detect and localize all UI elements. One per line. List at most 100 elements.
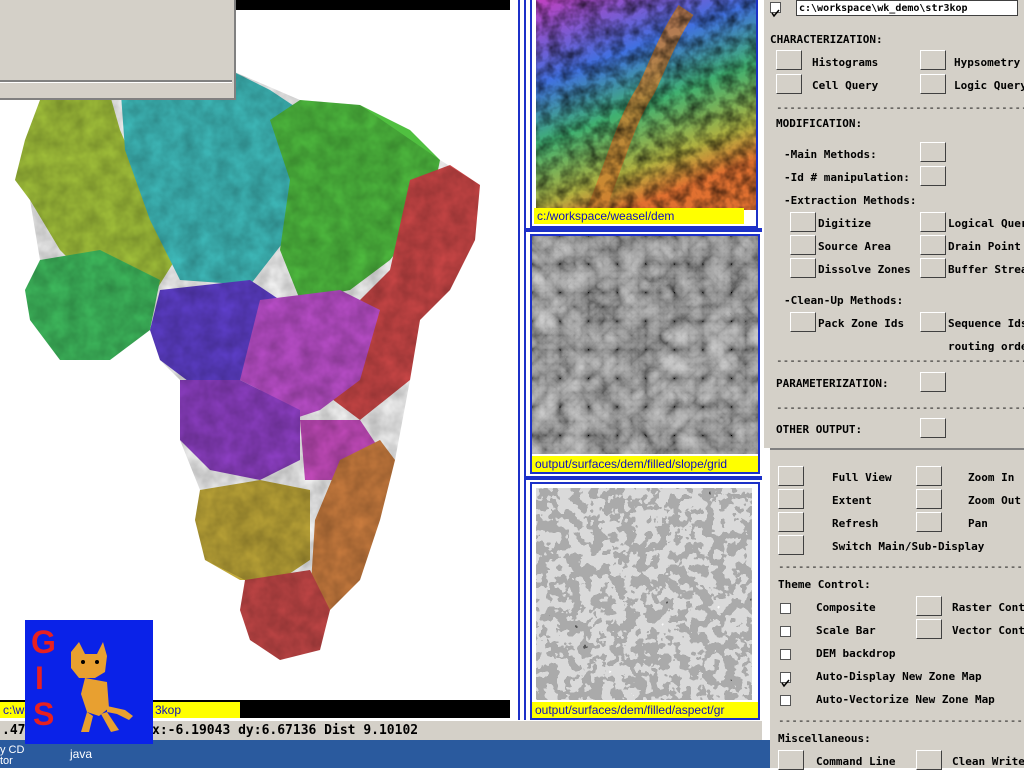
main-methods-label: -Main Methods: bbox=[784, 148, 877, 161]
drain-point-button[interactable] bbox=[920, 235, 946, 255]
clean-write-button[interactable] bbox=[916, 750, 942, 770]
cell-query-button[interactable] bbox=[776, 74, 802, 94]
check-icon bbox=[781, 679, 790, 688]
thumbnail-divider-1 bbox=[526, 228, 762, 232]
other-output-heading: OTHER OUTPUT: bbox=[776, 423, 863, 436]
status-left-value: .47 bbox=[2, 723, 26, 738]
thumbnail-aspect[interactable]: output/surfaces/dem/filled/aspect/gr bbox=[530, 482, 760, 720]
vector-control-label: Vector Control bbox=[952, 624, 1024, 637]
floating-dialog-remnant[interactable] bbox=[0, 0, 236, 100]
dem-backdrop-checkbox[interactable] bbox=[780, 649, 791, 660]
id-manip-label: -Id # manipulation: bbox=[784, 171, 910, 184]
extraction-methods-label: -Extraction Methods: bbox=[784, 194, 917, 207]
gis-logo[interactable]: G I S bbox=[25, 620, 153, 744]
modification-heading: MODIFICATION: bbox=[776, 117, 863, 130]
pan-label: Pan bbox=[968, 517, 988, 530]
composite-label: Composite bbox=[816, 601, 876, 614]
status-coordinates: x:-6.19043 dy:6.67136 Dist 9.10102 bbox=[152, 723, 419, 738]
auto-display-checkbox[interactable] bbox=[780, 672, 791, 688]
thumbnail-frame-left-1 bbox=[518, 0, 520, 720]
other-output-button[interactable] bbox=[920, 418, 946, 438]
histograms-button[interactable] bbox=[776, 50, 802, 70]
zoom-out-label: Zoom Out bbox=[968, 494, 1021, 507]
zoom-in-button[interactable] bbox=[916, 466, 942, 486]
dissolve-zones-button[interactable] bbox=[790, 258, 816, 278]
scale-bar-checkbox[interactable] bbox=[780, 626, 791, 637]
characterization-heading: CHARACTERIZATION: bbox=[770, 33, 883, 46]
thumbnail-slope[interactable]: output/surfaces/dem/filled/slope/grid bbox=[530, 234, 760, 474]
auto-vectorize-label: Auto-Vectorize New Zone Map bbox=[816, 693, 995, 706]
theme-control-heading: Theme Control: bbox=[778, 578, 871, 591]
gis-letter-g: G bbox=[31, 624, 56, 660]
cell-query-label: Cell Query bbox=[812, 79, 879, 92]
source-area-button[interactable] bbox=[790, 235, 816, 255]
lower-separator-1: ----------------------------------------… bbox=[778, 560, 1024, 573]
vector-control-button[interactable] bbox=[916, 619, 942, 639]
path-checkbox[interactable] bbox=[770, 2, 781, 18]
digitize-button[interactable] bbox=[790, 212, 816, 232]
separator-1: ----------------------------------------… bbox=[776, 101, 1024, 114]
buffer-stream-button[interactable] bbox=[920, 258, 946, 278]
slope-image bbox=[532, 236, 758, 454]
gis-letter-i: I bbox=[35, 660, 44, 696]
full-view-button[interactable] bbox=[778, 466, 804, 486]
lower-separator-2: ----------------------------------------… bbox=[778, 714, 1024, 727]
main-map-canvas[interactable] bbox=[0, 0, 512, 720]
source-area-label: Source Area bbox=[818, 240, 891, 253]
thumbnail-frame-left-2 bbox=[524, 0, 526, 720]
id-manip-button[interactable] bbox=[920, 166, 946, 186]
switch-display-label: Switch Main/Sub-Display bbox=[832, 540, 985, 553]
thumbnail-divider-2 bbox=[526, 476, 762, 480]
dem-image bbox=[536, 0, 756, 210]
drain-point-label: Drain Point bbox=[948, 240, 1021, 253]
sequence-ids-button[interactable] bbox=[920, 312, 946, 332]
pack-zone-ids-button[interactable] bbox=[790, 312, 816, 332]
extent-button[interactable] bbox=[778, 489, 804, 509]
refresh-label: Refresh bbox=[832, 517, 879, 530]
cat-mascot-icon bbox=[71, 642, 133, 732]
main-map-label-right: 3kop bbox=[152, 702, 240, 718]
hypsometry-button[interactable] bbox=[920, 50, 946, 70]
raster-control-button[interactable] bbox=[916, 596, 942, 616]
dialog-divider bbox=[0, 80, 232, 83]
thumbnail-aspect-label: output/surfaces/dem/filled/aspect/gr bbox=[532, 702, 758, 718]
command-line-label: Command Line bbox=[816, 755, 896, 768]
watershed-map bbox=[15, 70, 480, 660]
auto-vectorize-checkbox[interactable] bbox=[780, 695, 791, 706]
scale-bar-label: Scale Bar bbox=[816, 624, 876, 637]
pan-button[interactable] bbox=[916, 512, 942, 532]
java-caption[interactable]: java bbox=[70, 747, 92, 761]
logical-query-button[interactable] bbox=[920, 212, 946, 232]
pack-zone-ids-label: Pack Zone Ids bbox=[818, 317, 905, 330]
cleanup-methods-label: -Clean-Up Methods: bbox=[784, 294, 904, 307]
miscellaneous-heading: Miscellaneous: bbox=[778, 732, 871, 745]
thumbnail-dem-label: c:/workspace/weasel/dem bbox=[534, 208, 744, 224]
workspace-path-input[interactable] bbox=[796, 0, 1018, 16]
main-map-label-left: c:\wor bbox=[0, 702, 28, 718]
zoom-in-label: Zoom In bbox=[968, 471, 1015, 484]
command-line-button[interactable] bbox=[778, 750, 804, 770]
switch-display-button[interactable] bbox=[778, 535, 804, 555]
full-view-label: Full View bbox=[832, 471, 892, 484]
thumbnail-dem[interactable]: c:/workspace/weasel/dem bbox=[530, 0, 758, 228]
histograms-label: Histograms bbox=[812, 56, 879, 69]
routing-order-label: routing order bbox=[948, 340, 1024, 353]
auto-display-label: Auto-Display New Zone Map bbox=[816, 670, 982, 683]
dissolve-zones-label: Dissolve Zones bbox=[818, 263, 911, 276]
aspect-image bbox=[536, 488, 752, 700]
dem-backdrop-label: DEM backdrop bbox=[816, 647, 896, 660]
separator-2: ----------------------------------------… bbox=[776, 354, 1024, 367]
taskbar-text-2: tor bbox=[0, 755, 13, 767]
extent-label: Extent bbox=[832, 494, 872, 507]
top-strip bbox=[770, 450, 1024, 464]
logic-query-button[interactable] bbox=[920, 74, 946, 94]
refresh-button[interactable] bbox=[778, 512, 804, 532]
composite-checkbox[interactable] bbox=[780, 603, 791, 614]
buffer-stream-label: Buffer Stream bbox=[948, 263, 1024, 276]
clean-write-label: Clean Write bbox=[952, 755, 1024, 768]
parameterization-button[interactable] bbox=[920, 372, 946, 392]
zoom-out-button[interactable] bbox=[916, 489, 942, 509]
main-methods-button[interactable] bbox=[920, 142, 946, 162]
gis-letter-s: S bbox=[33, 696, 55, 732]
map-top-border bbox=[236, 0, 510, 10]
